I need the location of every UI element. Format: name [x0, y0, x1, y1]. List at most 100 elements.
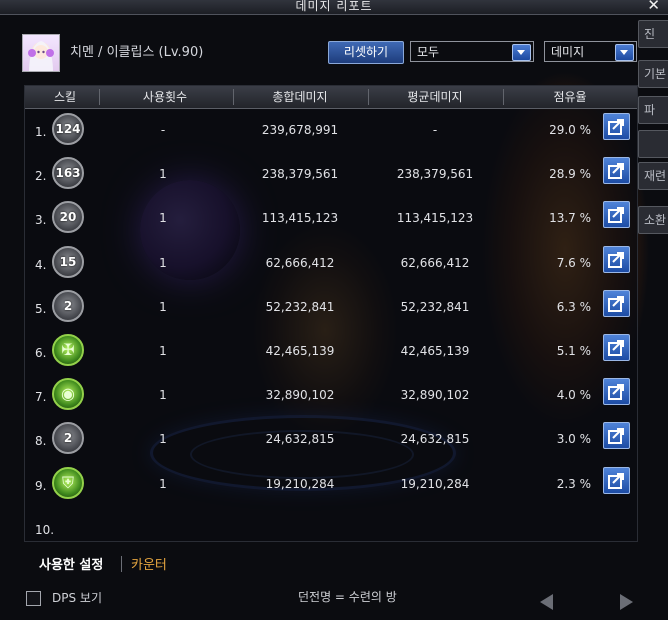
- arrow-right-icon[interactable]: [620, 594, 633, 610]
- side-button-1[interactable]: 기본: [638, 60, 668, 88]
- total-damage: 113,415,123: [261, 211, 339, 226]
- share-icon: [608, 207, 624, 224]
- side-button-5[interactable]: 소환: [638, 206, 668, 234]
- share-icon: [608, 384, 624, 401]
- eye-sigil-icon: ◉: [52, 378, 84, 411]
- dps-checkbox[interactable]: [26, 591, 41, 606]
- rank-number: 1.: [35, 125, 47, 139]
- uses-count: 1: [159, 344, 167, 358]
- table-row: 5. 2 1 52,232,841 52,232,841 6.3 %: [25, 285, 637, 329]
- column-header-total: 총합데미지: [272, 90, 328, 104]
- share-percent: 29.0 %: [549, 123, 591, 137]
- table-row: 4. 15 1 62,666,412 62,666,412 7.6 %: [25, 241, 637, 285]
- uses-count: 1: [159, 211, 167, 226]
- total-damage: 19,210,284: [265, 476, 335, 491]
- filter-select[interactable]: 모두: [410, 41, 534, 62]
- share-button[interactable]: [603, 422, 630, 450]
- title-bar[interactable]: 데미지 리포트 ✕: [0, 0, 668, 15]
- average-damage: 52,232,841: [400, 299, 470, 314]
- side-panel: 진기본파재련소환: [636, 20, 668, 240]
- side-button-0[interactable]: 진: [638, 20, 668, 48]
- rank-number: 7.: [35, 390, 47, 405]
- side-button-2[interactable]: 파: [638, 96, 668, 124]
- metric-select-value: 데미지: [551, 45, 585, 59]
- table-row: 3. 20 1 113,415,123 113,415,123 13.7 %: [25, 196, 637, 240]
- skill-level-label: 2: [63, 431, 73, 446]
- skill-icon-2b: 2: [52, 422, 84, 455]
- share-button[interactable]: [603, 245, 630, 273]
- total-damage: 24,632,815: [265, 432, 335, 447]
- table-row: 8. 2 1 24,632,815 24,632,815 3.0 %: [25, 417, 637, 461]
- uses-count: 1: [159, 299, 167, 314]
- uses-count: 1: [159, 388, 167, 403]
- character-name: 치멘 / 이클립스 (Lv.90): [70, 45, 204, 60]
- divider: [121, 556, 122, 572]
- average-damage: 24,632,815: [400, 432, 470, 447]
- table-row: 1. 124 - 239,678,991 - 29.0 %: [25, 108, 637, 152]
- share-button[interactable]: [603, 334, 630, 361]
- share-button[interactable]: [603, 466, 630, 494]
- rank-number: 4.: [35, 257, 47, 272]
- share-button[interactable]: [603, 289, 630, 317]
- table-row: 6. ✠ 1 42,465,139 42,465,139 5.1 %: [25, 329, 637, 373]
- rank-number: 10.: [35, 522, 55, 537]
- side-button-3[interactable]: [638, 130, 668, 158]
- table-header: 스킬 사용횟수 총합데미지 평균데미지 점유율: [25, 86, 637, 109]
- share-icon: [608, 472, 624, 489]
- skill-icon-163: 163: [52, 157, 84, 190]
- rune-icon: ✠: [52, 334, 84, 366]
- damage-table: 스킬 사용횟수 총합데미지 평균데미지 점유율 1. 124 - 239,678,99…: [24, 85, 638, 573]
- share-button[interactable]: [603, 157, 630, 185]
- skill-icon-124: 124: [52, 113, 84, 145]
- skill-level-label: 20: [59, 210, 77, 225]
- share-percent: 4.0 %: [556, 388, 591, 403]
- share-button[interactable]: [603, 201, 630, 229]
- uses-count: 1: [159, 476, 167, 491]
- share-percent: 5.1 %: [556, 344, 591, 358]
- total-damage: 32,890,102: [265, 388, 335, 403]
- share-button[interactable]: [603, 378, 630, 406]
- dps-label: DPS 보기: [52, 591, 102, 605]
- dungeon-name: 던전명 = 수련의 방: [298, 590, 397, 604]
- icon-glyph: ✠: [61, 340, 75, 359]
- share-percent: 28.9 %: [549, 167, 591, 182]
- average-damage: 42,465,139: [400, 344, 470, 358]
- share-icon: [608, 119, 624, 135]
- share-button[interactable]: [603, 113, 630, 140]
- column-header-average: 평균데미지: [407, 90, 463, 104]
- tab-counter[interactable]: 카운터: [131, 554, 167, 573]
- share-percent: 3.0 %: [556, 432, 591, 447]
- shield-icon: ⛨: [52, 466, 84, 499]
- tab-used-settings[interactable]: 사용한 설정: [39, 554, 103, 573]
- share-percent: 7.6 %: [556, 255, 591, 270]
- chevron-down-icon[interactable]: [615, 44, 634, 61]
- table-row: 9. ⛨ 1 19,210,284 19,210,284 2.3 %: [25, 462, 637, 506]
- average-damage: 62,666,412: [400, 255, 470, 270]
- chevron-down-icon[interactable]: [512, 44, 531, 61]
- uses-count: 1: [159, 432, 167, 447]
- side-button-4[interactable]: 재련: [638, 162, 668, 190]
- window-title: 데미지 리포트: [295, 0, 373, 13]
- skill-level-label: 15: [59, 254, 77, 269]
- total-damage: 42,465,139: [265, 344, 335, 358]
- table-row: 10.: [25, 506, 637, 550]
- table-row: 2. 163 1 238,379,561 238,379,561 28.9 %: [25, 152, 637, 196]
- column-header-share: 점유율: [553, 90, 587, 104]
- share-percent: 2.3 %: [556, 476, 591, 491]
- uses-count: -: [160, 123, 166, 137]
- arrow-left-icon[interactable]: [540, 594, 553, 610]
- close-icon[interactable]: ✕: [647, 0, 660, 14]
- table-row: 7. ◉ 1 32,890,102 32,890,102 4.0 %: [25, 373, 637, 417]
- average-damage: 238,379,561: [396, 167, 474, 182]
- uses-count: 1: [159, 167, 167, 182]
- reset-button[interactable]: 리셋하기: [328, 41, 404, 64]
- skill-level-label: 163: [55, 166, 81, 181]
- column-header-uses: 사용횟수: [142, 90, 188, 104]
- share-percent: 6.3 %: [556, 299, 591, 314]
- metric-select[interactable]: 데미지: [544, 41, 637, 62]
- icon-glyph: ⛨: [61, 472, 74, 492]
- rank-number: 9.: [35, 478, 47, 493]
- skill-icon-2: 2: [52, 289, 84, 322]
- total-damage: 238,379,561: [261, 167, 339, 182]
- rank-number: 6.: [35, 346, 47, 360]
